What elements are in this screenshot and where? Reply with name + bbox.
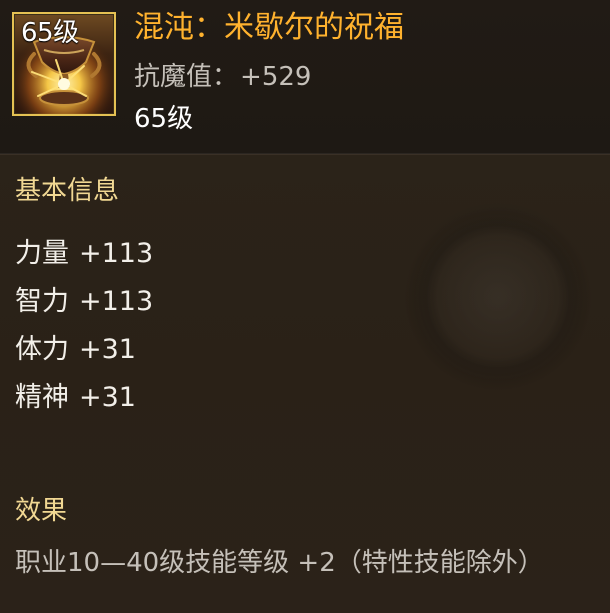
primary-stat-separator: ： bbox=[212, 62, 239, 92]
attribute-row: 精神 +31 bbox=[15, 374, 153, 422]
item-icon-frame: 65级 bbox=[12, 12, 116, 116]
attribute-name: 力量 bbox=[15, 238, 69, 269]
item-level: 65级 bbox=[134, 104, 194, 134]
tooltip-header: 65级 混沌：米歇尔的祝福 抗魔值：+529 65级 bbox=[0, 0, 610, 154]
attribute-list: 力量 +113 智力 +113 体力 +31 精神 +31 bbox=[15, 230, 153, 422]
attribute-name: 体力 bbox=[15, 334, 69, 365]
attribute-value: +31 bbox=[79, 334, 136, 365]
effect-description: 职业10—40级技能等级 +2（特性技能除外） bbox=[15, 548, 544, 578]
item-tooltip: 65级 混沌：米歇尔的祝福 抗魔值：+529 65级 基本信息 力量 +113 智… bbox=[0, 0, 610, 613]
attribute-row: 力量 +113 bbox=[15, 230, 153, 278]
effect-title: 效果 bbox=[15, 496, 68, 526]
primary-stat-value: +529 bbox=[240, 62, 312, 92]
attribute-name: 智力 bbox=[15, 286, 69, 317]
attribute-value: +113 bbox=[79, 286, 154, 317]
attribute-row: 智力 +113 bbox=[15, 278, 153, 326]
icon-level-label: 65级 bbox=[21, 18, 79, 48]
attribute-value: +113 bbox=[79, 238, 154, 269]
attribute-name: 精神 bbox=[15, 382, 69, 413]
primary-stat: 抗魔值：+529 bbox=[134, 62, 311, 92]
item-title: 混沌：米歇尔的祝福 bbox=[134, 10, 404, 45]
primary-stat-name: 抗魔值 bbox=[134, 62, 213, 92]
attribute-row: 体力 +31 bbox=[15, 326, 153, 374]
attribute-value: +31 bbox=[79, 382, 136, 413]
header-divider bbox=[0, 154, 610, 155]
basic-info-title: 基本信息 bbox=[15, 176, 120, 206]
